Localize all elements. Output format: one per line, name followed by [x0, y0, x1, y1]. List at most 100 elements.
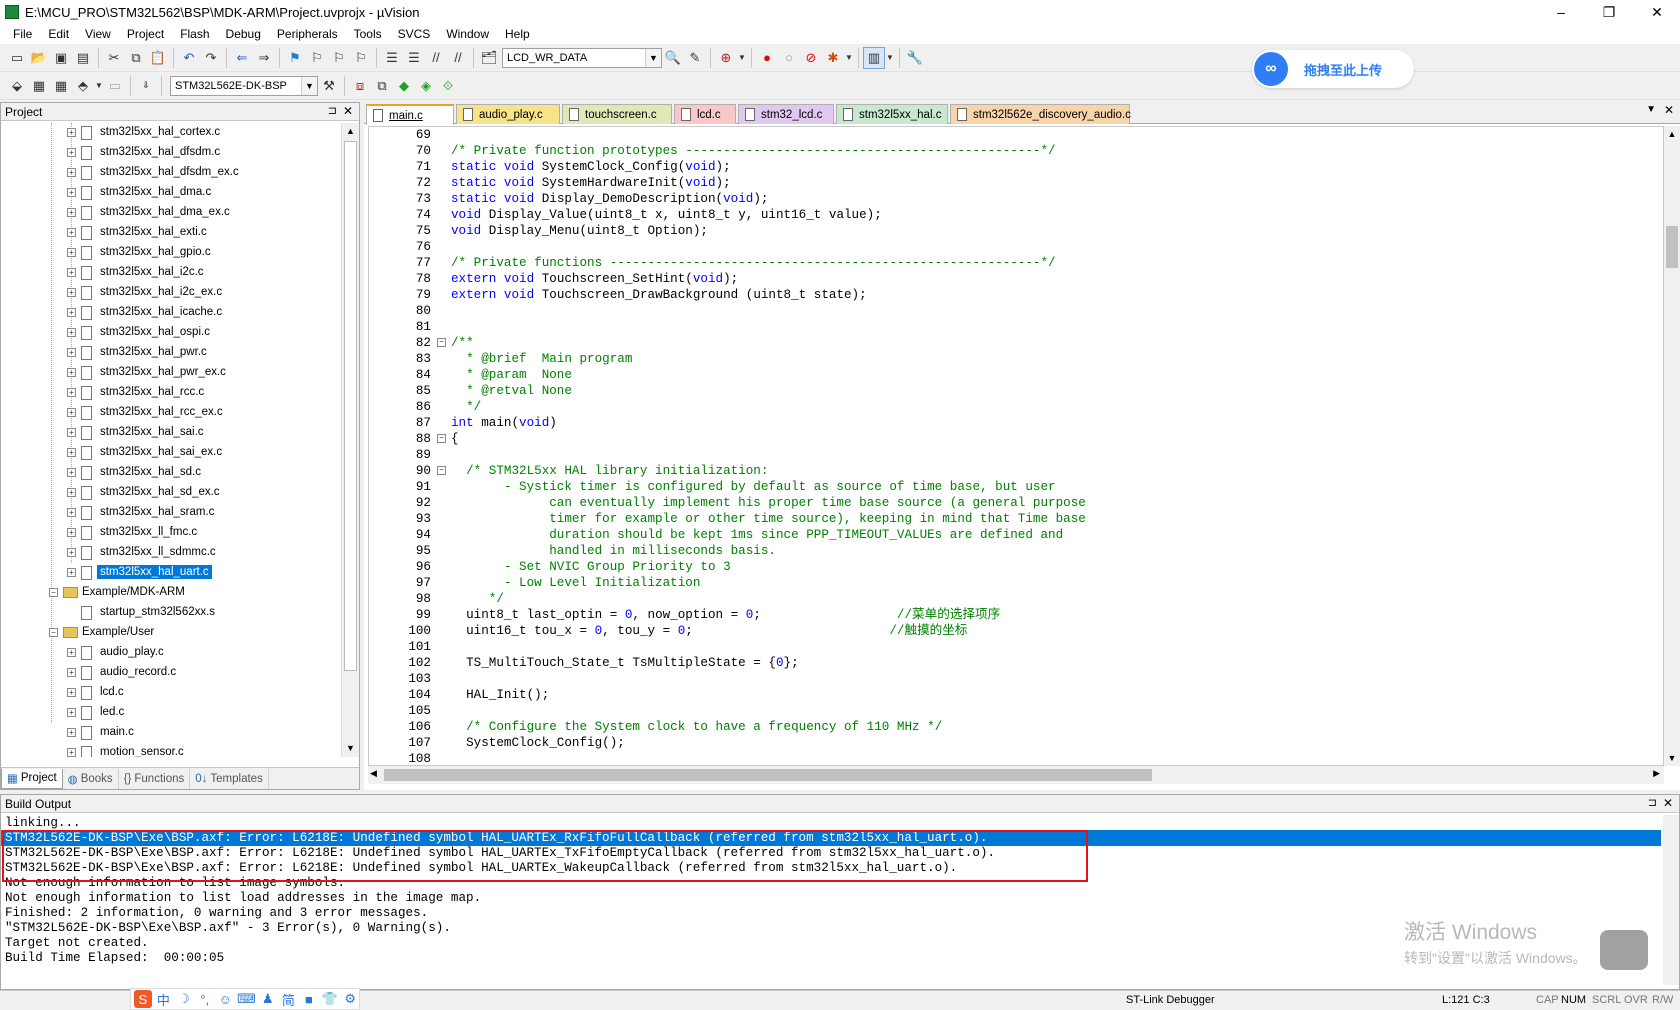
bookmark-icon[interactable]: ⚑ [284, 47, 306, 69]
menu-tools[interactable]: Tools [346, 27, 390, 41]
ime-item-icon[interactable]: 简 [280, 990, 298, 1008]
close-icon[interactable]: ✕ [343, 104, 353, 118]
unindent-icon[interactable]: ☰ [403, 47, 425, 69]
batch-build-icon[interactable]: ⬘ [72, 75, 94, 97]
menu-peripherals[interactable]: Peripherals [269, 27, 346, 41]
expand-toggle-icon[interactable]: − [49, 588, 58, 597]
manage-components-icon[interactable]: ⧉ [371, 75, 393, 97]
tree-file[interactable]: + stm32l5xx_hal_sai.c [1, 423, 341, 443]
dropdown-icon[interactable]: ▼ [844, 47, 854, 69]
tree-file[interactable]: + stm32l5xx_hal_cortex.c [1, 123, 341, 143]
disable-breakpoint-icon[interactable]: ○ [778, 47, 800, 69]
ime-item-icon[interactable]: ♟ [259, 990, 277, 1008]
fold-toggle-icon[interactable]: − [437, 434, 446, 443]
tab-list-dropdown-icon[interactable]: ▼ [1646, 104, 1656, 115]
tree-file[interactable]: + stm32l5xx_hal_dfsdm_ex.c [1, 163, 341, 183]
expand-toggle-icon[interactable]: + [67, 168, 76, 177]
tab-templates[interactable]: 0↓ Templates [190, 768, 269, 789]
comment-icon[interactable]: // [425, 47, 447, 69]
dropdown-icon[interactable]: ▼ [737, 47, 747, 69]
tree-file[interactable]: startup_stm32l562xx.s [1, 603, 341, 623]
menu-window[interactable]: Window [438, 27, 497, 41]
scroll-thumb[interactable] [344, 141, 357, 671]
debug-session-icon[interactable]: ⊕ [715, 47, 737, 69]
ime-item-icon[interactable]: 👕 [321, 990, 339, 1008]
expand-toggle-icon[interactable]: + [67, 388, 76, 397]
prev-bookmark-icon[interactable]: ⚐ [306, 47, 328, 69]
code-editor[interactable]: 69 70 /* Private function prototypes -----… [368, 126, 1664, 766]
tree-file[interactable]: + led.c [1, 703, 341, 723]
upload-widget[interactable]: ∞ 拖拽至此上传 [1252, 50, 1414, 88]
tree-file[interactable]: + stm32l5xx_hal_pwr_ex.c [1, 363, 341, 383]
editor-vertical-scrollbar[interactable]: ▲ ▼ [1664, 126, 1680, 766]
tree-folder[interactable]: − Example/MDK-ARM [1, 583, 341, 603]
menu-view[interactable]: View [77, 27, 119, 41]
window-layout-icon[interactable]: ▥ [863, 46, 885, 69]
rebuild-icon[interactable]: ▦ [50, 75, 72, 97]
select-packs-icon[interactable]: ◆ [393, 75, 415, 97]
tree-file[interactable]: + motion_sensor.c [1, 743, 341, 757]
menu-file[interactable]: File [5, 27, 40, 41]
build-output-line[interactable]: Target not created. [5, 935, 149, 951]
tree-file[interactable]: + stm32l5xx_hal_icache.c [1, 303, 341, 323]
expand-toggle-icon[interactable]: + [67, 408, 76, 417]
expand-toggle-icon[interactable]: + [67, 728, 76, 737]
ime-item-icon[interactable]: °, [196, 990, 214, 1008]
sogou-ime-icon[interactable]: S [134, 990, 152, 1008]
scroll-up-icon[interactable]: ▲ [1664, 126, 1680, 142]
tree-file[interactable]: + stm32l5xx_hal_pwr.c [1, 343, 341, 363]
stop-build-icon[interactable]: ▭ [104, 75, 126, 97]
ime-item-icon[interactable]: ☺ [217, 990, 235, 1008]
configure-icon[interactable]: 🔧 [904, 47, 926, 69]
save-all-icon[interactable]: ▤ [72, 47, 94, 69]
build-icon[interactable]: ▦ [28, 75, 50, 97]
fold-toggle-icon[interactable]: − [437, 338, 446, 347]
expand-toggle-icon[interactable]: + [67, 428, 76, 437]
expand-toggle-icon[interactable]: + [67, 668, 76, 677]
save-icon[interactable]: ▣ [50, 47, 72, 69]
find-combo[interactable]: LCD_WR_DATA ▼ [502, 47, 662, 68]
expand-toggle-icon[interactable]: + [67, 468, 76, 477]
editor-tab[interactable]: lcd.c [674, 104, 736, 124]
tree-file[interactable]: + stm32l5xx_hal_dma_ex.c [1, 203, 341, 223]
expand-toggle-icon[interactable]: + [67, 648, 76, 657]
tree-file[interactable]: + stm32l5xx_hal_i2c_ex.c [1, 283, 341, 303]
editor-tab[interactable]: main.c [366, 104, 454, 125]
scroll-thumb[interactable] [1666, 226, 1678, 268]
editor-tab[interactable]: touchscreen.c [562, 104, 672, 124]
redo-icon[interactable]: ↷ [200, 47, 222, 69]
tree-file[interactable]: + lcd.c [1, 683, 341, 703]
target-options-icon[interactable]: ⚒ [318, 75, 340, 97]
pack-installer-icon[interactable]: ◈ [415, 75, 437, 97]
editor-tab[interactable]: audio_play.c [456, 104, 560, 124]
expand-toggle-icon[interactable]: + [67, 268, 76, 277]
chat-bubble-icon[interactable] [1600, 930, 1648, 970]
indent-icon[interactable]: ☰ [381, 47, 403, 69]
tree-file[interactable]: + stm32l5xx_hal_sai_ex.c [1, 443, 341, 463]
build-output-line[interactable]: Not enough information to list load addr… [5, 890, 481, 906]
expand-toggle-icon[interactable]: + [67, 488, 76, 497]
target-combo[interactable]: STM32L562E-DK-BSP ▼ [170, 75, 318, 96]
new-file-icon[interactable]: ▭ [6, 47, 28, 69]
tab-project[interactable]: ▦ Project [1, 768, 63, 789]
close-icon[interactable]: ✕ [1663, 796, 1673, 810]
undo-icon[interactable]: ↶ [178, 47, 200, 69]
build-output-line[interactable]: Build Time Elapsed: 00:00:05 [5, 950, 224, 966]
expand-toggle-icon[interactable]: + [67, 508, 76, 517]
menu-flash[interactable]: Flash [172, 27, 217, 41]
nav-back-icon[interactable]: ⇐ [231, 47, 253, 69]
tab-functions[interactable]: {} Functions [119, 768, 191, 789]
editor-tab[interactable]: stm32_lcd.c [738, 104, 834, 124]
expand-toggle-icon[interactable]: + [67, 708, 76, 717]
editor-horizontal-scrollbar[interactable]: ◀ ▶ [368, 766, 1664, 784]
paste-icon[interactable]: 📋 [147, 47, 169, 69]
tree-file[interactable]: + stm32l5xx_hal_sram.c [1, 503, 341, 523]
tree-file[interactable]: + stm32l5xx_hal_sd_ex.c [1, 483, 341, 503]
download-icon[interactable]: ⇩ [135, 75, 157, 97]
menu-project[interactable]: Project [119, 27, 172, 41]
editor-tab[interactable]: stm32l562e_discovery_audio.c [950, 104, 1131, 124]
scroll-thumb[interactable] [384, 769, 1152, 781]
expand-toggle-icon[interactable]: + [67, 208, 76, 217]
build-output-line[interactable]: Finished: 2 information, 0 warning and 3… [5, 905, 428, 921]
tree-file[interactable]: + stm32l5xx_hal_uart.c [1, 563, 341, 583]
